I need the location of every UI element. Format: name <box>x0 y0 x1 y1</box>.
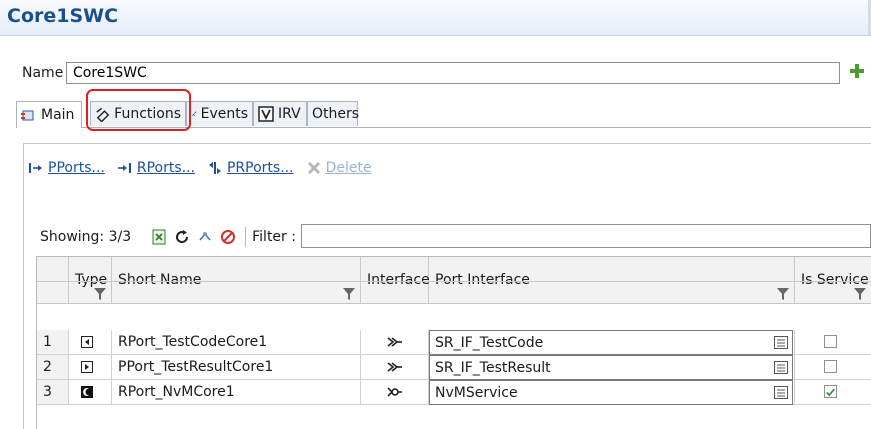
tab-main-label: Main <box>41 107 75 123</box>
filter-funnel-icon[interactable] <box>93 287 107 301</box>
prport-icon <box>208 162 221 174</box>
toolbar-separator <box>245 227 247 247</box>
browse-icon[interactable] <box>774 361 788 374</box>
sender-receiver-icon <box>387 362 402 372</box>
tab-others[interactable]: Others <box>307 101 360 126</box>
showing-count: Showing: 3/3 <box>40 229 132 245</box>
filter-input[interactable] <box>301 224 871 248</box>
tab-irv[interactable]: IRV <box>253 101 307 126</box>
add-pports-link[interactable]: PPorts... <box>28 160 105 176</box>
sender-receiver-icon <box>387 337 402 347</box>
column-header-type[interactable]: Type <box>69 257 112 304</box>
component-icon <box>21 110 34 121</box>
port-interface-field[interactable]: NvMService <box>429 380 793 405</box>
column-header-short-name[interactable]: Short Name <box>112 257 361 304</box>
delete-label: Delete <box>325 160 372 176</box>
client-server-icon <box>387 387 402 397</box>
name-row: Name <box>22 62 871 86</box>
add-pports-label: PPorts... <box>48 160 105 176</box>
clear-filter-icon[interactable] <box>220 229 236 245</box>
browse-icon[interactable] <box>774 386 788 399</box>
name-input[interactable] <box>66 62 840 84</box>
tab-main[interactable]: Main <box>16 101 82 128</box>
filter-label: Filter : <box>252 229 296 245</box>
is-service-checkbox[interactable] <box>824 385 837 398</box>
add-rports-link[interactable]: RPorts... <box>117 160 195 176</box>
port-interface-field[interactable]: SR_IF_TestResult <box>429 355 793 380</box>
tab-others-label: Others <box>312 106 360 122</box>
table-row[interactable]: 1 RPort_TestCodeCore1 SR_IF_TestCode <box>37 330 871 355</box>
add-prports-link[interactable]: PRPorts... <box>207 160 294 176</box>
port-interface-field[interactable]: SR_IF_TestCode <box>429 330 793 355</box>
column-header-is-service[interactable]: Is Service <box>795 257 871 304</box>
name-label: Name <box>22 65 64 81</box>
port-actions: PPorts... RPorts... PRPorts... Delete <box>28 158 384 178</box>
row-number-header <box>37 257 69 304</box>
is-service-checkbox[interactable] <box>824 335 837 348</box>
pport-icon <box>81 361 93 373</box>
tab-events[interactable]: Events <box>186 101 253 126</box>
add-rports-label: RPorts... <box>136 160 195 176</box>
event-icon <box>191 111 197 117</box>
tab-events-label: Events <box>200 106 248 122</box>
is-service-checkbox[interactable] <box>824 360 837 373</box>
rport-icon <box>117 163 131 173</box>
table-row[interactable]: 2 PPort_TestResultCore1 SR_IF_TestResult <box>37 355 871 380</box>
filter-funnel-icon[interactable] <box>342 287 356 301</box>
table-toolbar: Showing: 3/3 Filter : <box>40 225 296 249</box>
add-prports-label: PRPorts... <box>226 160 294 176</box>
excel-export-icon[interactable] <box>151 229 167 245</box>
rport-icon <box>81 336 93 348</box>
service-port-icon <box>81 386 93 398</box>
filter-funnel-icon[interactable] <box>776 287 790 301</box>
pport-icon <box>29 163 42 173</box>
editor-title: Core1SWC <box>7 5 119 27</box>
browse-icon[interactable] <box>774 336 788 349</box>
expand-icon[interactable] <box>197 229 213 245</box>
filter-funnel-icon[interactable] <box>853 287 867 301</box>
column-header-interface[interactable]: Interface <box>361 257 430 304</box>
delete-icon <box>307 161 320 175</box>
editor-title-bar: Core1SWC <box>0 0 871 36</box>
refresh-icon[interactable] <box>174 229 190 245</box>
irv-icon <box>258 106 274 122</box>
tab-irv-label: IRV <box>278 106 301 122</box>
ports-table: Type Short Name Interface Port Interface… <box>36 256 871 429</box>
delete-link[interactable]: Delete <box>306 160 372 176</box>
column-header-port-interface[interactable]: Port Interface <box>429 257 795 304</box>
add-icon[interactable] <box>849 63 865 79</box>
functions-tab-highlight <box>86 89 191 131</box>
checkmark-icon <box>826 388 835 397</box>
table-row[interactable]: 3 RPort_NvMCore1 NvMService <box>37 380 871 405</box>
